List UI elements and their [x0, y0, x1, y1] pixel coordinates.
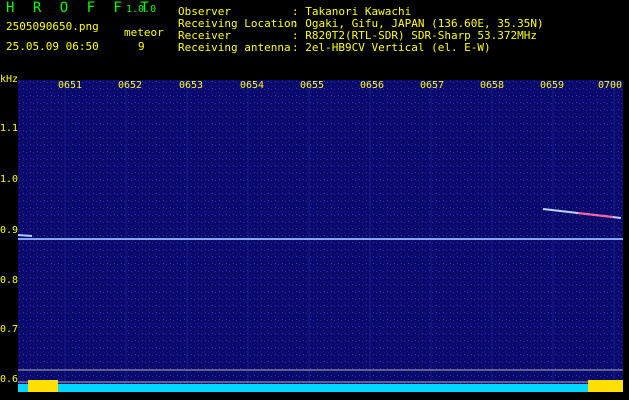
x-tick-0659: 0659 — [540, 80, 565, 91]
antenna-label: Receiving antenna — [178, 41, 291, 54]
y-tick-1-1: 1.1 — [0, 123, 19, 134]
meteor-count: 9 — [138, 40, 145, 53]
antenna-value: : 2el-HB9CV Vertical (el. E-W) — [292, 41, 491, 54]
x-tick-0700: 0700 — [598, 80, 623, 91]
app-version: 1.0.0 — [126, 4, 157, 15]
y-tick-0-8: 0.8 — [0, 275, 19, 286]
spectrogram-canvas — [18, 80, 623, 392]
spectrogram — [18, 80, 623, 392]
x-tick-0656: 0656 — [360, 80, 385, 91]
x-tick-0651: 0651 — [58, 80, 83, 91]
x-tick-0655: 0655 — [300, 80, 325, 91]
x-tick-0658: 0658 — [480, 80, 505, 91]
image-filename: 2505090650.png — [6, 20, 99, 33]
y-axis-unit: kHz — [0, 74, 19, 85]
y-tick-0-9: 0.9 — [0, 225, 19, 236]
x-tick-0652: 0652 — [118, 80, 143, 91]
x-tick-0657: 0657 — [420, 80, 445, 91]
header-panel: H R O F F T 1.0.0 2505090650.png meteor … — [0, 0, 629, 75]
y-tick-0-7: 0.7 — [0, 324, 19, 335]
x-tick-0654: 0654 — [240, 80, 265, 91]
carrier-start-blip — [18, 234, 33, 237]
date-time: 25.05.09 06:50 — [6, 40, 99, 53]
x-tick-0653: 0653 — [179, 80, 204, 91]
y-tick-0-6: 0.6 — [0, 374, 19, 385]
noise-background — [18, 80, 623, 392]
meteor-label: meteor — [124, 26, 164, 39]
y-tick-1-0: 1.0 — [0, 174, 19, 185]
